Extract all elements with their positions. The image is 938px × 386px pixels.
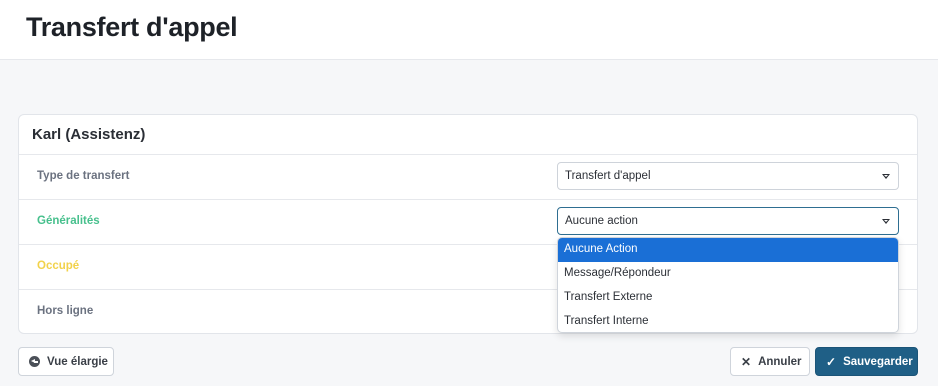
row-label-busy: Occupé — [37, 260, 80, 272]
dropdown-option-external-transfer[interactable]: Transfert Externe — [558, 286, 898, 310]
expanded-view-label: Vue élargie — [47, 355, 108, 368]
card-title: Karl (Assistenz) — [32, 126, 146, 143]
row-label-general: Généralités — [37, 215, 100, 227]
row-transfer-type: Type de transfert Transfert d'appel — [19, 154, 917, 199]
caret-down-icon — [882, 174, 890, 179]
transfer-type-select[interactable]: Transfert d'appel — [557, 162, 899, 190]
save-button[interactable]: ✓ Sauvegarder — [815, 347, 918, 376]
dropdown-option-no-action[interactable]: Aucune Action — [558, 238, 898, 262]
x-icon: ✕ — [741, 354, 752, 369]
general-action-select-value: Aucune action — [565, 215, 638, 227]
cancel-label: Annuler — [758, 355, 802, 368]
cancel-button[interactable]: ✕ Annuler — [730, 347, 810, 376]
row-label-offline: Hors ligne — [37, 305, 94, 317]
save-label: Sauvegarder — [843, 355, 913, 368]
dropdown-option-internal-transfer[interactable]: Transfert Interne — [558, 310, 898, 332]
check-icon: ✓ — [826, 354, 837, 369]
transfer-type-select-value: Transfert d'appel — [565, 170, 651, 182]
page-header: Transfert d'appel — [0, 0, 938, 60]
expanded-view-button[interactable]: Vue élargie — [18, 347, 114, 376]
row-label-transfer-type: Type de transfert — [37, 170, 130, 182]
caret-down-icon — [882, 219, 890, 224]
general-action-dropdown: Aucune Action Message/Répondeur Transfer… — [557, 237, 899, 333]
general-action-select[interactable]: Aucune action — [557, 207, 899, 235]
dropdown-option-voicemail[interactable]: Message/Répondeur — [558, 262, 898, 286]
circle-arrow-left-icon — [29, 356, 40, 367]
page-title: Transfert d'appel — [26, 12, 238, 42]
